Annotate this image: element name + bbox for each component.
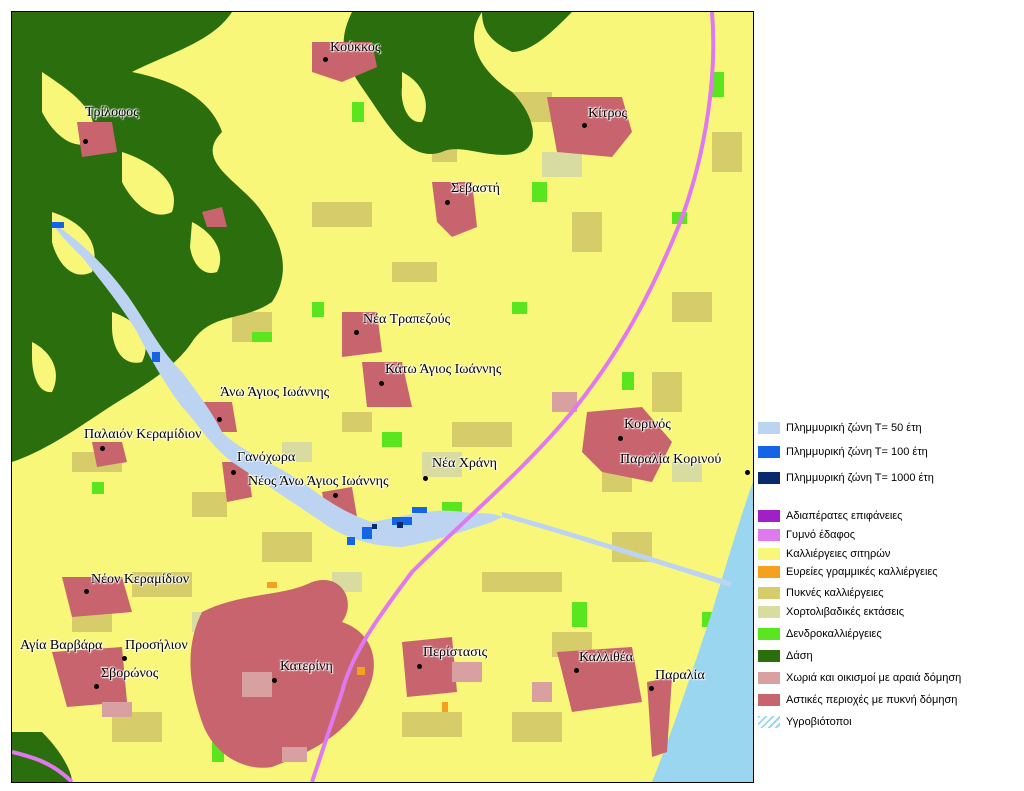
place-label-palaion-keramidion: Παλαιόν Κεραμίδιον <box>84 427 202 442</box>
legend-item-wetlands: Υγροβιότοποι <box>758 714 852 730</box>
legend-item-orchards: Δενδροκαλλιέργειες <box>758 626 882 642</box>
legend-item-flood-50: Πλημμυρική ζώνη Τ= 50 έτη <box>758 420 922 436</box>
legend-item-wide-linear: Ευρείες γραμμικές καλλιέργειες <box>758 564 938 580</box>
legend-swatch <box>758 694 780 706</box>
legend-swatch <box>758 587 780 599</box>
place-label-koukkos: Κούκκος <box>330 40 381 55</box>
legend-label: Πυκνές καλλιέργειες <box>786 587 884 599</box>
place-dot <box>649 686 654 691</box>
legend-label: Πλημμυρική ζώνη Τ= 100 έτη <box>786 446 928 458</box>
legend-swatch <box>758 446 780 458</box>
place-dot <box>423 476 428 481</box>
legend-item-bare-soil: Γυμνό έδαφος <box>758 527 855 543</box>
place-label-sevasti: Σεβαστή <box>451 181 500 196</box>
map-canvas[interactable]: Κούκκος Τρίλοφος Κίτρος Σεβαστή Νέα Τραπ… <box>11 11 754 783</box>
legend-swatch <box>758 529 780 541</box>
place-dot <box>582 123 587 128</box>
legend-label: Γυμνό έδαφος <box>786 529 856 541</box>
legend-swatch <box>758 422 780 434</box>
legend-item-flood-100: Πλημμυρική ζώνη Τ= 100 έτη <box>758 444 928 460</box>
place-dot <box>272 678 277 683</box>
legend-swatch <box>758 628 780 640</box>
legend-item-dense-crops: Πυκνές καλλιέργειες <box>758 585 884 601</box>
legend-swatch-hatched <box>758 716 780 728</box>
place-label-kato-agios-ioannis: Κάτω Άγιος Ιωάννης <box>385 362 502 377</box>
place-label-paralia-korinou: Παραλία Κορινού <box>620 452 722 467</box>
place-label-neos-ano-agios-ioannis: Νέος Άνω Άγιος Ιωάννης <box>248 474 389 489</box>
place-label-ano-agios-ioannis: Άνω Άγιος Ιωάννης <box>220 385 330 400</box>
legend-label: Καλλιέργειες σιτηρών <box>786 548 891 560</box>
place-label-nea-chrani: Νέα Χράνη <box>432 456 497 471</box>
legend-item-forest: Δάση <box>758 648 813 664</box>
place-dot <box>100 446 105 451</box>
legend-item-grassland: Χορτολιβαδικές εκτάσεις <box>758 604 904 620</box>
legend-label: Αδιαπέρατες επιφάνειες <box>786 510 903 522</box>
legend-swatch <box>758 548 780 560</box>
place-label-kitros: Κίτρος <box>588 106 628 121</box>
legend-swatch <box>758 566 780 578</box>
place-dot <box>574 668 579 673</box>
legend-label: Ευρείες γραμμικές καλλιέργειες <box>786 566 938 578</box>
place-label-korinos: Κορινός <box>624 417 671 432</box>
place-dot <box>83 139 88 144</box>
place-label-paralia: Παραλία <box>655 668 705 683</box>
place-label-katerini: Κατερίνη <box>280 659 333 674</box>
place-label-ganochora: Γανόχωρα <box>237 450 296 465</box>
place-dot <box>84 589 89 594</box>
place-dot <box>323 57 328 62</box>
legend-swatch <box>758 606 780 618</box>
place-label-nea-trapezous: Νέα Τραπεζούς <box>363 312 451 327</box>
legend-item-sparse-villages: Χωριά και οικισμοί με αραιά δόμηση <box>758 670 961 686</box>
legend-label: Πλημμυρική ζώνη Τ= 50 έτη <box>786 422 922 434</box>
place-dot <box>354 330 359 335</box>
place-label-prosilion: Προσήλιον <box>125 638 188 653</box>
place-dot <box>94 684 99 689</box>
legend-item-flood-1000: Πλημμυρική ζώνη Τ= 1000 έτη <box>758 470 934 486</box>
legend-label: Υγροβιότοποι <box>786 716 852 728</box>
place-label-neon-keramidion: Νέον Κεραμίδιον <box>91 572 190 587</box>
place-label-agia-varvara: Αγία Βαρβάρα <box>20 638 103 653</box>
place-label-peristasis: Περίστασις <box>423 645 488 660</box>
place-dot <box>417 664 422 669</box>
legend-label: Δενδροκαλλιέργειες <box>786 628 882 640</box>
place-dot <box>122 656 127 661</box>
place-label-svoronos: Σβορώνος <box>101 666 159 681</box>
legend-label: Πλημμυρική ζώνη Τ= 1000 έτη <box>786 472 934 484</box>
place-dot <box>379 381 384 386</box>
legend-label: Δάση <box>786 650 813 662</box>
place-label-kallithea: Καλλιθέα <box>579 650 634 665</box>
legend-swatch <box>758 472 780 484</box>
legend-swatch <box>758 672 780 684</box>
legend-label: Χωριά και οικισμοί με αραιά δόμηση <box>786 672 962 684</box>
place-dot <box>445 200 450 205</box>
legend-label: Αστικές περιοχές με πυκνή δόμηση <box>786 694 958 706</box>
legend-item-cereal: Καλλιέργειες σιτηρών <box>758 546 890 562</box>
legend-swatch <box>758 650 780 662</box>
place-dot <box>231 470 236 475</box>
place-dot <box>333 493 338 498</box>
legend-item-dense-urban: Αστικές περιοχές με πυκνή δόμηση <box>758 692 957 708</box>
place-dot <box>217 417 222 422</box>
place-label-trilofos: Τρίλοφος <box>85 105 139 120</box>
legend-label: Χορτολιβαδικές εκτάσεις <box>786 606 905 618</box>
place-dot <box>745 470 750 475</box>
legend-swatch <box>758 510 780 522</box>
legend-item-impervious: Αδιαπέρατες επιφάνειες <box>758 508 902 524</box>
place-dot <box>618 436 623 441</box>
